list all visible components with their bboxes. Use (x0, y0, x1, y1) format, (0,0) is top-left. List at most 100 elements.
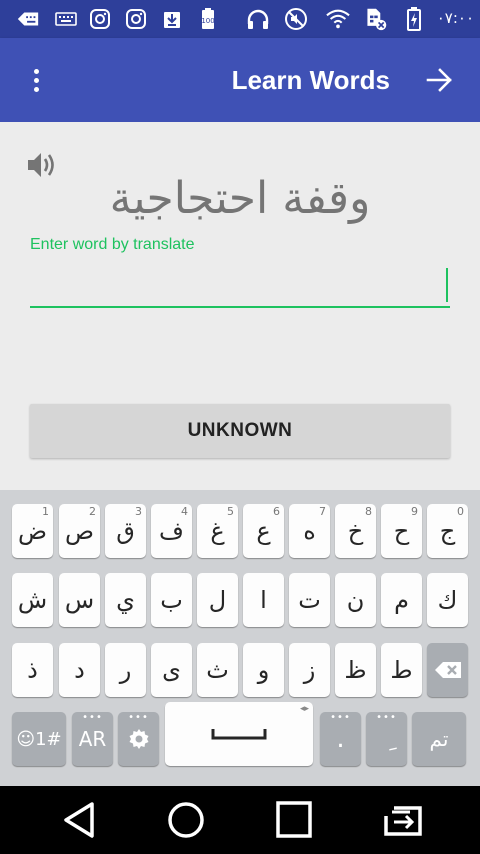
more-dots: ••• (330, 712, 351, 723)
key[interactable]: ق3 (105, 504, 146, 558)
mute-icon (284, 7, 308, 31)
battery-charging-icon (402, 7, 426, 31)
overflow-menu-icon[interactable] (20, 64, 52, 96)
speaker-icon[interactable] (26, 150, 60, 180)
key[interactable]: غ5 (197, 504, 238, 558)
key-hint: 4 (181, 505, 188, 518)
key[interactable]: ه7 (289, 504, 330, 558)
key-hint: 7 (319, 505, 326, 518)
home-icon[interactable] (164, 800, 208, 840)
symbols-key[interactable]: ☺1# (12, 712, 66, 766)
key[interactable]: و (243, 643, 284, 697)
period-key-label: . (336, 724, 345, 754)
key[interactable]: ذ (12, 643, 53, 697)
symbols-key-label: ☺1# (16, 728, 62, 750)
main-content: وقفة احتجاجية Enter word by translate UN… (0, 122, 480, 490)
done-key-label: تم (429, 727, 449, 751)
key[interactable]: ا (243, 573, 284, 627)
language-key-label: AR (78, 727, 107, 751)
key[interactable]: خ8 (335, 504, 376, 558)
done-key[interactable]: تم (412, 712, 466, 766)
recents-icon[interactable] (272, 800, 316, 840)
key[interactable]: ن (335, 573, 376, 627)
key[interactable]: ل (197, 573, 238, 627)
gear-icon (129, 729, 148, 749)
battery-100-icon: 100 (196, 7, 220, 31)
key[interactable]: ر (105, 643, 146, 697)
unknown-button[interactable]: UNKNOWN (30, 404, 450, 458)
wifi-icon (326, 7, 350, 31)
backspace-key[interactable] (427, 643, 468, 697)
space-key[interactable]: ◂▸ (165, 702, 313, 766)
translate-field-label: Enter word by translate (30, 236, 195, 253)
period-key[interactable]: •••. (320, 712, 361, 766)
key-label: ض (17, 517, 47, 545)
key[interactable]: ت (289, 573, 330, 627)
key-label: ح (393, 517, 410, 545)
key-hint: 6 (273, 505, 280, 518)
sim-off-icon (364, 7, 388, 31)
key[interactable]: س (59, 573, 100, 627)
backspace-icon (434, 662, 461, 678)
key[interactable]: م (381, 573, 422, 627)
key[interactable]: ب (151, 573, 192, 627)
download-icon (160, 7, 184, 31)
arrow-forward-icon[interactable] (424, 64, 456, 96)
key-label: ف (159, 517, 184, 545)
screen: 100 ٠٧:٠٠ Learn Words وقفة احتجاجية Ente… (0, 0, 480, 854)
key[interactable]: ث (197, 643, 238, 697)
screen-switch-icon[interactable] (380, 800, 424, 840)
key-hint: 3 (135, 505, 142, 518)
more-dots: ••• (376, 712, 397, 723)
language-key[interactable]: ••• AR (72, 712, 113, 766)
more-dots: ••• (128, 712, 149, 723)
translate-input[interactable] (30, 262, 450, 308)
key[interactable]: د (59, 643, 100, 697)
key-label: ه (303, 517, 316, 545)
status-bar: 100 ٠٧:٠٠ (0, 0, 480, 38)
back-icon[interactable] (58, 800, 102, 840)
key-hint: 8 (365, 505, 372, 518)
language-switch-arrows-icon: ◂▸ (299, 704, 309, 714)
word-text: وقفة احتجاجية (109, 173, 371, 224)
key[interactable]: ي (105, 573, 146, 627)
settings-key[interactable]: ••• (118, 712, 159, 766)
key[interactable]: ش (12, 573, 53, 627)
svg-text:100: 100 (201, 17, 214, 25)
key[interactable]: ض1 (12, 504, 53, 558)
soft-keyboard: ض1 ص2 ق3 ف4 غ5 ع6 ه7 خ8 ح9 ج0 ش س ي ب ل … (0, 490, 480, 786)
navigation-bar (0, 786, 480, 854)
page-title: Learn Words (231, 65, 390, 95)
app-bar: Learn Words (0, 38, 480, 122)
text-cursor (446, 268, 448, 302)
key-label: ق (116, 517, 135, 545)
key[interactable]: ى (151, 643, 192, 697)
key[interactable]: ط (381, 643, 422, 697)
key[interactable]: ع6 (243, 504, 284, 558)
key-hint: 5 (227, 505, 234, 518)
key-hint: 1 (42, 505, 49, 518)
key[interactable]: ز (289, 643, 330, 697)
diacritic-key[interactable]: •••ِ (366, 712, 407, 766)
keyboard-status-icon (16, 7, 40, 31)
key[interactable]: ك (427, 573, 468, 627)
key[interactable]: ظ (335, 643, 376, 697)
more-dots: ••• (82, 712, 103, 723)
space-bar-icon (211, 729, 267, 740)
key[interactable]: ح9 (381, 504, 422, 558)
key-hint: 9 (411, 505, 418, 518)
key[interactable]: ج0 (427, 504, 468, 558)
key-hint: 2 (89, 505, 96, 518)
key-label: ع (256, 517, 271, 545)
key[interactable]: ص2 (59, 504, 100, 558)
status-time: ٠٧:٠٠ (436, 9, 474, 27)
key-label: ج (439, 517, 456, 545)
keyboard-icon (54, 7, 78, 31)
key[interactable]: ف4 (151, 504, 192, 558)
key-label: ص (64, 517, 94, 545)
key-label: خ (347, 517, 364, 545)
key-label: غ (210, 517, 225, 545)
instagram-icon (124, 7, 148, 31)
key-hint: 0 (457, 505, 464, 518)
instagram-icon (88, 7, 112, 31)
